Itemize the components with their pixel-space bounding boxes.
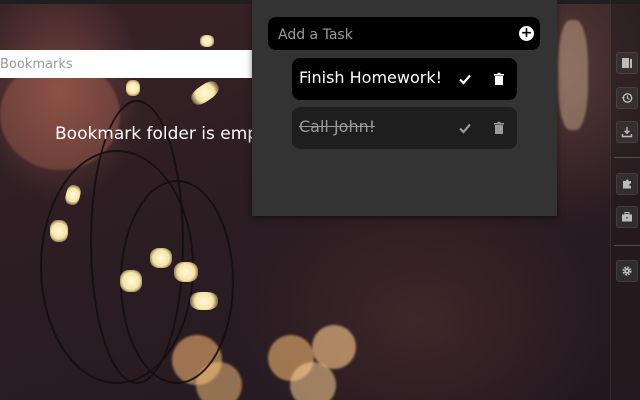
puzzle-icon[interactable]	[616, 173, 638, 195]
bookmarks-search-input[interactable]	[0, 50, 252, 78]
task-item-completed: Call John!	[292, 107, 517, 149]
sidebar-divider	[614, 245, 640, 246]
bookmarks-empty-message: Bookmark folder is empty	[55, 124, 252, 144]
add-task-bar: +	[268, 17, 540, 52]
task-label: Call John!	[299, 117, 376, 136]
trash-icon[interactable]	[491, 71, 507, 87]
sidebar-divider	[614, 157, 640, 158]
task-item: Finish Homework!	[292, 58, 517, 100]
task-label: Finish Homework!	[299, 68, 443, 87]
download-icon[interactable]	[616, 121, 638, 143]
bookmarks-icon[interactable]	[616, 52, 638, 74]
check-icon[interactable]	[457, 120, 473, 136]
todo-panel: + Finish Homework! Call John!	[252, 0, 557, 216]
check-icon[interactable]	[457, 71, 473, 87]
add-task-input[interactable]	[276, 17, 515, 52]
plus-circle-icon[interactable]: +	[519, 26, 534, 41]
right-sidebar	[610, 0, 640, 400]
briefcase-icon[interactable]	[616, 206, 638, 228]
trash-icon[interactable]	[491, 120, 507, 136]
settings-icon[interactable]	[616, 260, 638, 282]
history-icon[interactable]	[616, 87, 638, 109]
